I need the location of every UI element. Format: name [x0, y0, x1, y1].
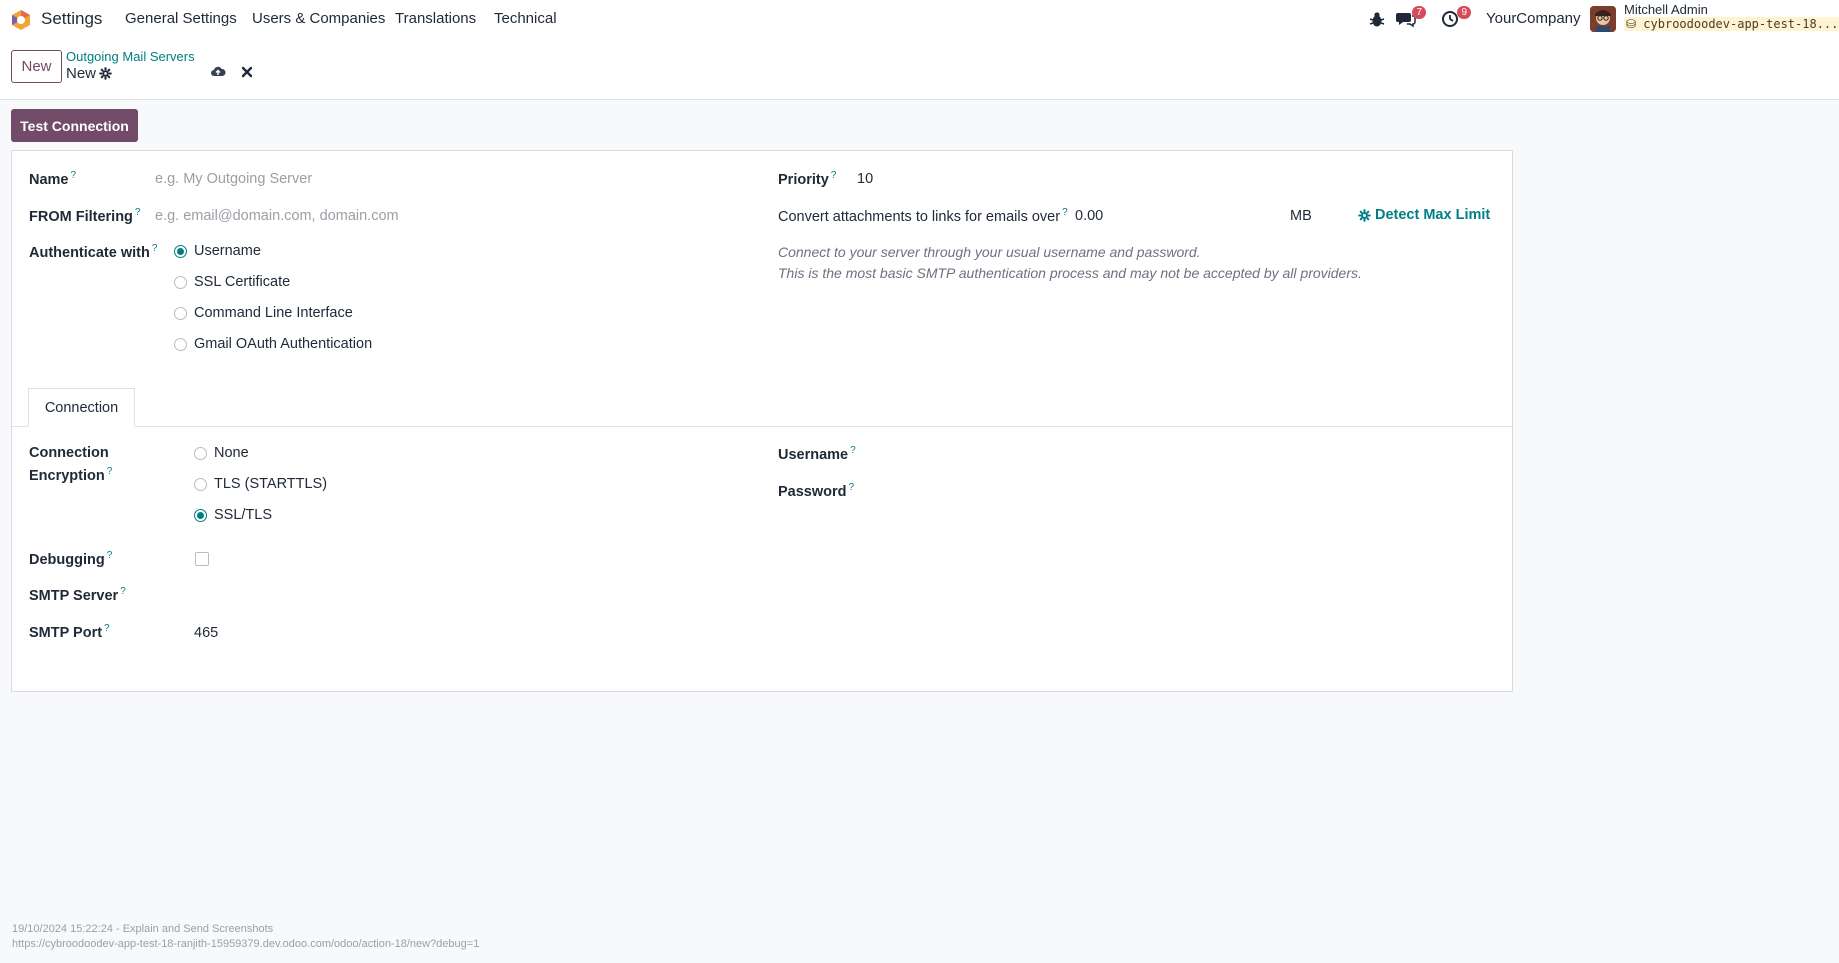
debugging-label: Debugging?	[29, 550, 112, 568]
radio-icon[interactable]	[194, 477, 207, 491]
smtp-port-input[interactable]: 465	[194, 625, 218, 641]
auth-option-label: Username	[194, 243, 261, 259]
smtp-server-label: SMTP Server?	[29, 586, 126, 604]
detect-max-limit-label: Detect Max Limit	[1375, 207, 1491, 223]
discard-close-icon[interactable]	[239, 64, 255, 80]
radio-selected-icon[interactable]	[174, 244, 187, 258]
auth-option-label: SSL Certificate	[194, 274, 291, 290]
auth-option-label: Gmail OAuth Authentication	[194, 336, 373, 352]
help-icon[interactable]: ?	[71, 170, 77, 181]
user-name[interactable]: Mitchell Admin	[1624, 2, 1708, 17]
encryption-option-label: TLS (STARTTLS)	[214, 476, 328, 492]
attachments-limit-label: Convert attachments to links for emails …	[778, 207, 1068, 225]
connection-encryption-label-text: Encryption	[29, 467, 105, 484]
password-label: Password?	[778, 482, 854, 500]
control-panel: New Outgoing Mail Servers New	[0, 38, 1839, 100]
radio-selected-icon[interactable]	[194, 508, 207, 522]
messages-badge: 7	[1412, 6, 1426, 19]
from-filtering-label-text: FROM Filtering	[29, 208, 133, 225]
tabs-divider	[12, 426, 1512, 427]
connection-encryption-label-2: Encryption?	[29, 466, 112, 484]
debugging-label-text: Debugging	[29, 551, 105, 568]
auth-option-ssl-certificate[interactable]: SSL Certificate	[174, 274, 290, 290]
authenticate-with-label: Authenticate with?	[29, 243, 157, 261]
encryption-option-label: None	[214, 445, 249, 461]
activities-clock-icon[interactable]: 9	[1441, 6, 1471, 28]
screenshot-url: https://cybroodoodev-app-test-18-ranjith…	[12, 938, 480, 950]
attachments-limit-unit: MB	[1290, 208, 1312, 224]
activities-badge: 9	[1457, 6, 1471, 19]
help-icon[interactable]: ?	[107, 466, 113, 477]
screenshot-timestamp: 19/10/2024 15:22:24 - Explain and Send S…	[12, 923, 274, 935]
help-icon[interactable]: ?	[831, 170, 837, 181]
detect-max-limit-button[interactable]: Detect Max Limit	[1358, 207, 1490, 223]
menu-users-companies[interactable]: Users & Companies	[252, 10, 385, 27]
smtp-server-label-text: SMTP Server	[29, 587, 119, 604]
save-cloud-icon[interactable]	[210, 64, 226, 80]
smtp-port-label: SMTP Port?	[29, 623, 110, 641]
name-label: Name?	[29, 170, 76, 188]
new-button[interactable]: New	[11, 50, 62, 83]
name-label-text: Name	[29, 171, 69, 188]
auth-option-cli[interactable]: Command Line Interface	[174, 305, 353, 321]
name-input[interactable]: e.g. My Outgoing Server	[155, 171, 312, 187]
test-connection-button[interactable]: Test Connection	[11, 109, 138, 142]
help-icon[interactable]: ?	[850, 445, 856, 456]
help-icon[interactable]: ?	[152, 243, 158, 254]
menu-technical[interactable]: Technical	[494, 10, 557, 27]
bug-icon[interactable]	[1367, 10, 1387, 28]
user-avatar[interactable]	[1590, 6, 1616, 32]
odoo-app-icon[interactable]	[10, 9, 32, 31]
priority-input[interactable]: 10	[857, 171, 873, 187]
help-icon[interactable]: ?	[849, 482, 855, 493]
radio-icon[interactable]	[194, 446, 207, 460]
menu-translations[interactable]: Translations	[395, 10, 476, 27]
gear-icon	[1358, 208, 1371, 222]
record-title-text: New	[66, 65, 97, 82]
breadcrumb-outgoing-mail-servers[interactable]: Outgoing Mail Servers	[66, 49, 195, 64]
radio-icon[interactable]	[174, 306, 187, 320]
encryption-option-ssl-tls[interactable]: SSL/TLS	[194, 507, 272, 523]
authenticate-with-label-text: Authenticate with	[29, 244, 150, 261]
auth-hint-line-2: This is the most basic SMTP authenticati…	[778, 265, 1362, 281]
auth-hint-line-1: Connect to your server through your usua…	[778, 244, 1201, 260]
encryption-option-none[interactable]: None	[194, 445, 249, 461]
menu-general-settings[interactable]: General Settings	[125, 10, 237, 27]
priority-label: Priority?	[778, 170, 836, 188]
company-switcher[interactable]: YourCompany	[1486, 10, 1581, 27]
attachments-limit-label-text: Convert attachments to links for emails …	[778, 208, 1061, 225]
help-icon[interactable]: ?	[120, 586, 126, 597]
encryption-option-starttls[interactable]: TLS (STARTTLS)	[194, 476, 327, 492]
password-label-text: Password	[778, 483, 847, 500]
database-icon: ⛁	[1626, 17, 1637, 31]
tab-connection[interactable]: Connection	[28, 388, 135, 427]
username-label: Username?	[778, 445, 856, 463]
radio-icon[interactable]	[174, 337, 187, 351]
top-navbar: Settings General Settings Users & Compan…	[0, 0, 1839, 38]
radio-icon[interactable]	[174, 275, 187, 289]
database-name: ⛁ cybroodoodev-app-test-18...	[1624, 17, 1839, 31]
priority-label-text: Priority	[778, 171, 829, 188]
help-icon[interactable]: ?	[107, 550, 113, 561]
help-icon[interactable]: ?	[104, 623, 110, 634]
app-name[interactable]: Settings	[41, 9, 102, 29]
username-label-text: Username	[778, 446, 849, 463]
connection-encryption-label-1: Connection	[29, 445, 109, 461]
smtp-port-label-text: SMTP Port	[29, 624, 103, 641]
from-filtering-input[interactable]: e.g. email@domain.com, domain.com	[155, 208, 399, 224]
auth-option-label: Command Line Interface	[194, 305, 353, 321]
help-icon[interactable]: ?	[1062, 207, 1068, 218]
record-title: New	[66, 65, 112, 82]
encryption-option-label: SSL/TLS	[214, 507, 273, 523]
help-icon[interactable]: ?	[135, 207, 141, 218]
auth-option-gmail-oauth[interactable]: Gmail OAuth Authentication	[174, 336, 372, 352]
messages-icon[interactable]: 7	[1396, 6, 1426, 28]
database-name-text: cybroodoodev-app-test-18...	[1643, 17, 1839, 31]
auth-option-username[interactable]: Username	[174, 243, 261, 259]
from-filtering-label: FROM Filtering?	[29, 207, 140, 225]
debugging-checkbox[interactable]	[195, 552, 209, 566]
form-sheet: Name? e.g. My Outgoing Server FROM Filte…	[11, 150, 1513, 692]
gear-icon[interactable]	[99, 67, 112, 80]
attachments-limit-input[interactable]: 0.00	[1075, 208, 1103, 224]
